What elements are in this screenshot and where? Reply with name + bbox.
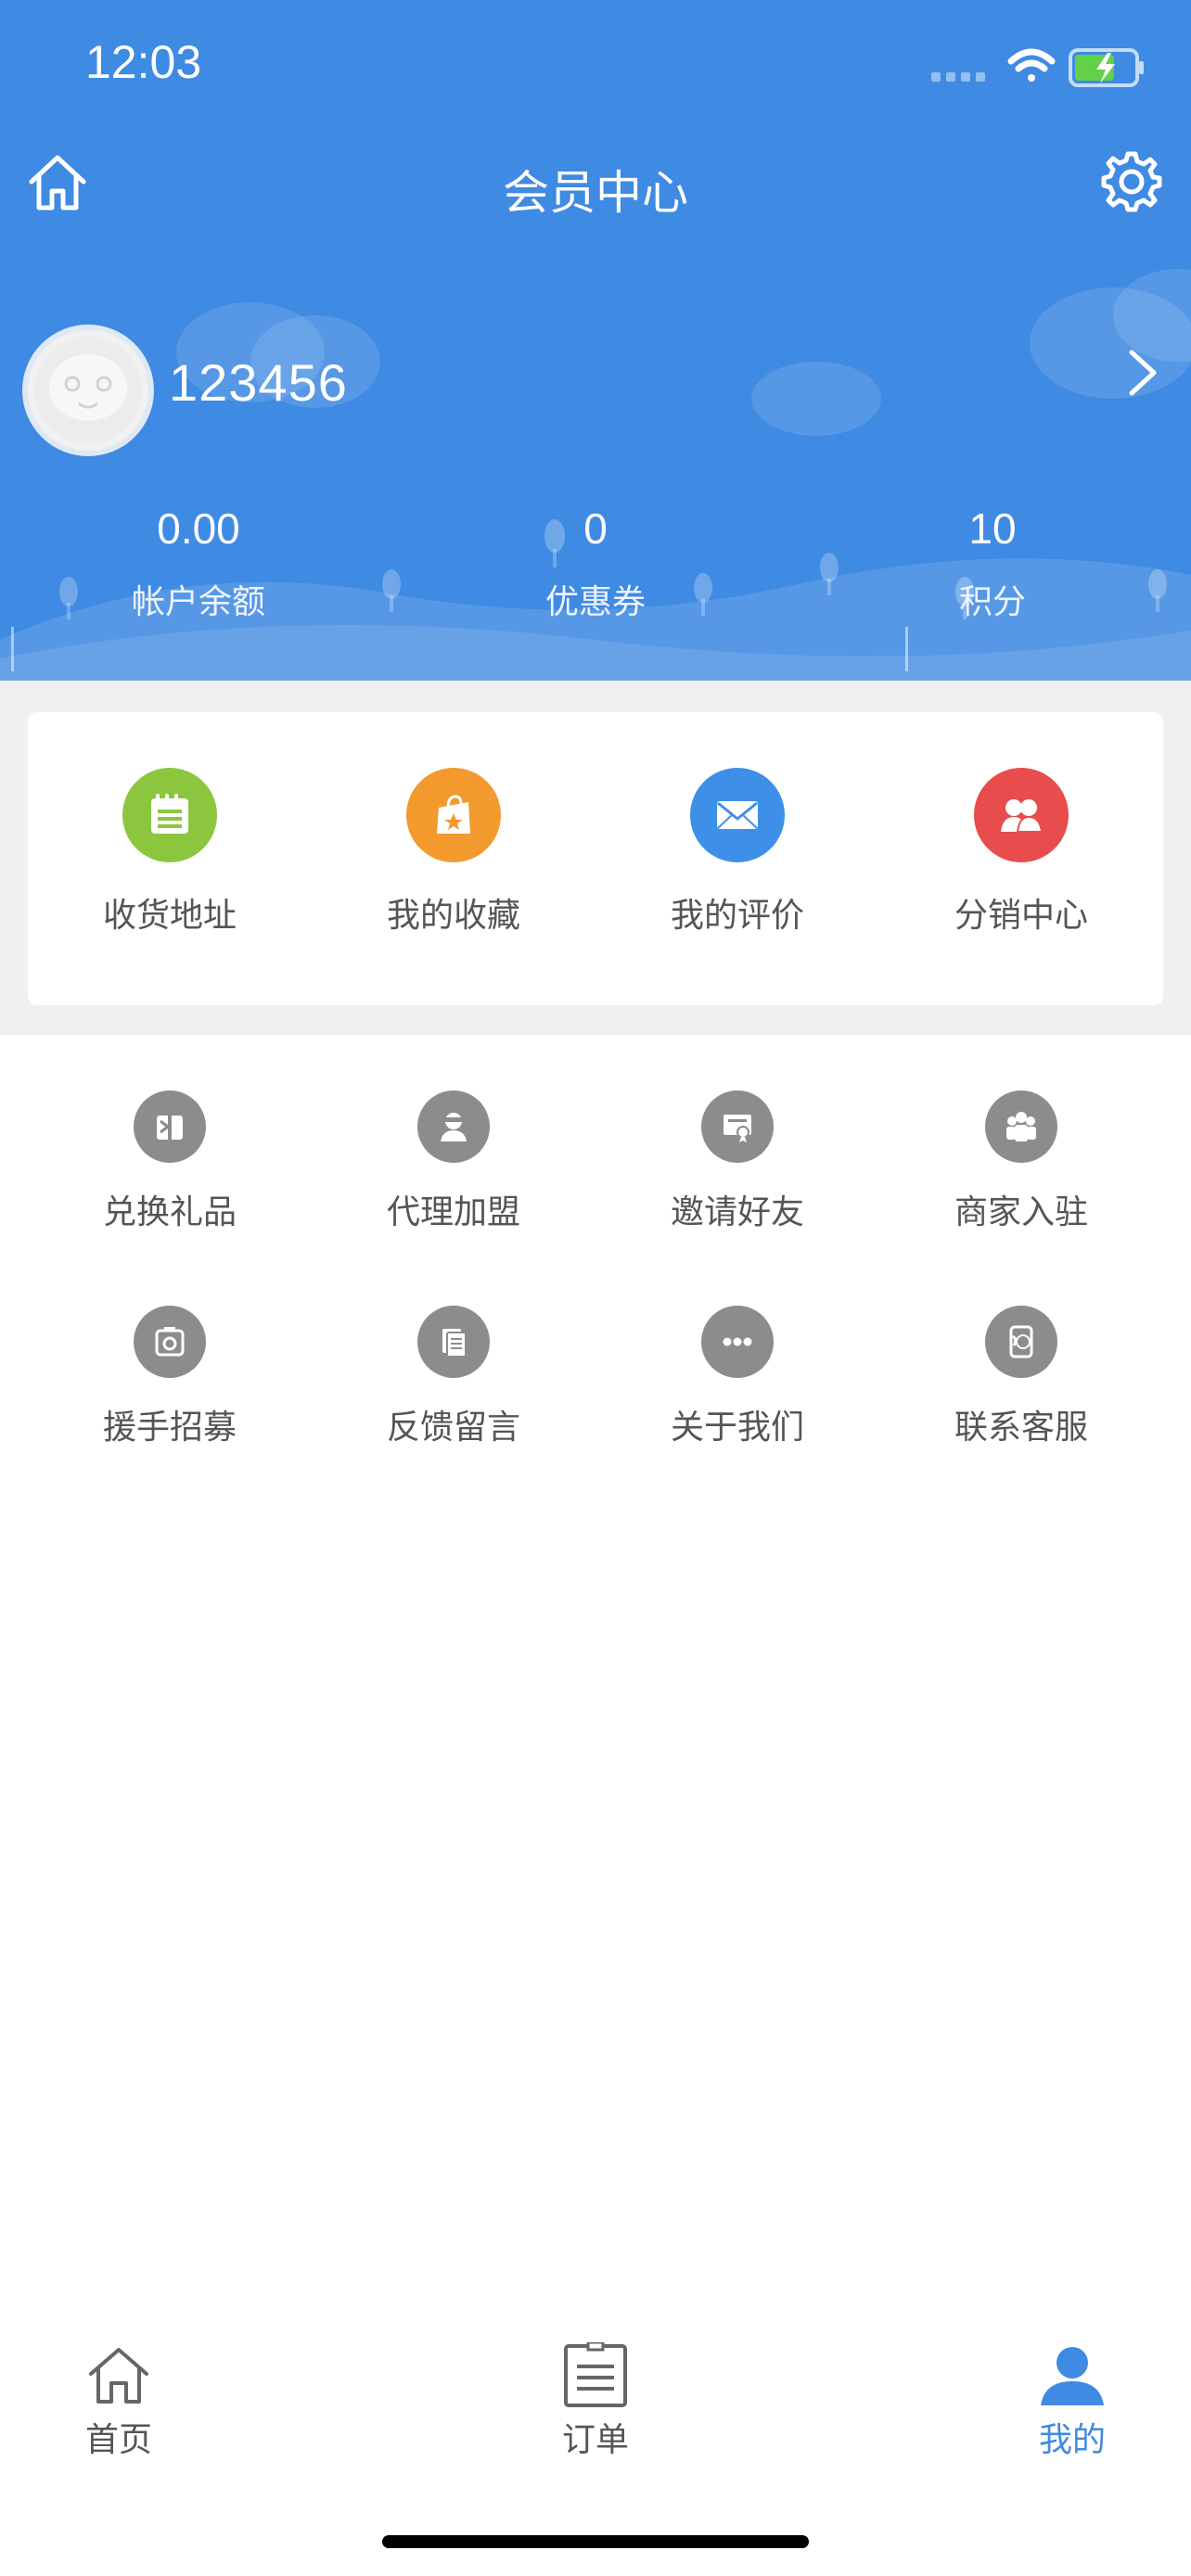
avatar[interactable] (22, 325, 154, 456)
shopping-bag-star-icon (406, 768, 501, 862)
grid-label: 联系客服 (954, 1409, 1088, 1447)
grid-item-recruit[interactable]: 援手招募 (28, 1250, 312, 1465)
tab-label: 我的 (1038, 2421, 1106, 2459)
tab-orders[interactable]: 订单 (536, 2315, 655, 2481)
address-book-icon (122, 768, 217, 862)
stat-value: 0.00 (157, 504, 240, 553)
home-outline-icon (89, 2348, 148, 2404)
quick-action-address[interactable]: 收货地址 (28, 712, 312, 1005)
wifi-icon (1007, 48, 1056, 82)
order-list-icon (564, 2342, 627, 2407)
grid-item-redeem-gift[interactable]: 兑换礼品 (28, 1035, 312, 1250)
stat-label: 帐户余额 (131, 583, 265, 621)
stat-balance[interactable]: 0.00 帐户余额 (0, 499, 397, 621)
stat-label: 优惠券 (544, 583, 646, 621)
quick-action-label: 分销中心 (954, 897, 1088, 935)
tab-label: 订单 (561, 2421, 629, 2459)
camera-icon (134, 1306, 206, 1378)
stat-points[interactable]: 10 积分 (794, 499, 1191, 621)
battery-charging-icon (1069, 48, 1144, 87)
merchant-icon (985, 1090, 1057, 1163)
grid-label: 反馈留言 (386, 1409, 520, 1447)
stat-label: 积分 (958, 583, 1026, 621)
stat-value: 10 (968, 504, 1017, 553)
grid-label: 商家入驻 (954, 1193, 1088, 1231)
grid-item-invite-friends[interactable]: 邀请好友 (596, 1035, 879, 1250)
quick-action-label: 收货地址 (102, 897, 237, 935)
tab-mine[interactable]: 我的 (1013, 2315, 1132, 2481)
grid-label: 邀请好友 (670, 1193, 804, 1231)
stat-coupons[interactable]: 0 优惠券 (397, 499, 794, 621)
grid-label: 援手招募 (102, 1409, 237, 1447)
quick-action-distribution[interactable]: 分销中心 (879, 712, 1163, 1005)
grid-label: 关于我们 (670, 1409, 804, 1447)
quick-actions-card: 收货地址 我的收藏 我的评价 分销中心 (28, 712, 1163, 1005)
person-icon (1041, 2347, 1104, 2405)
gift-icon (134, 1090, 206, 1163)
page-title: 会员中心 (503, 166, 688, 220)
grid-row: 兑换礼品 代理加盟 邀请好友 商家入驻 (28, 1035, 1163, 1250)
chevron-right-icon[interactable] (1122, 347, 1163, 399)
grid-item-merchant[interactable]: 商家入驻 (879, 1035, 1163, 1250)
gear-icon[interactable] (1100, 150, 1163, 213)
tab-home[interactable]: 首页 (59, 2315, 178, 2481)
invite-icon (701, 1090, 774, 1163)
grid-row: 援手招募 反馈留言 关于我们 联系客服 (28, 1250, 1163, 1465)
signal-icon (931, 72, 985, 82)
status-icons (931, 48, 1144, 87)
quick-action-favorites[interactable]: 我的收藏 (312, 712, 596, 1005)
service-grid: 兑换礼品 代理加盟 邀请好友 商家入驻 援手招募 反馈留言 关于我们 联系客服 (28, 1035, 1163, 1465)
grid-label: 兑换礼品 (102, 1193, 237, 1231)
grid-item-agent[interactable]: 代理加盟 (312, 1035, 596, 1250)
username[interactable]: 123456 (169, 352, 348, 413)
grid-item-customer-service[interactable]: 联系客服 (879, 1250, 1163, 1465)
account-stats: 0.00 帐户余额 0 优惠券 10 积分 (0, 499, 1191, 621)
agent-icon (417, 1090, 490, 1163)
quick-action-reviews[interactable]: 我的评价 (596, 712, 879, 1005)
grid-item-about-us[interactable]: 关于我们 (596, 1250, 879, 1465)
profile-header: 12:03 会员中心 123456 0.00 帐户余额 0 优惠券 10 积分 (0, 0, 1191, 681)
home-indicator (382, 2535, 809, 2548)
users-icon (974, 768, 1069, 862)
phone-service-icon (985, 1306, 1057, 1378)
tab-label: 首页 (84, 2421, 152, 2459)
document-icon (417, 1306, 490, 1378)
envelope-icon (690, 768, 785, 862)
stat-value: 0 (583, 504, 608, 553)
avatar-face-icon (34, 337, 142, 444)
quick-action-label: 我的收藏 (386, 897, 520, 935)
ellipsis-icon (701, 1306, 774, 1378)
grid-label: 代理加盟 (386, 1193, 520, 1231)
grid-item-feedback[interactable]: 反馈留言 (312, 1250, 596, 1465)
status-bar: 12:03 (0, 0, 1191, 135)
quick-action-label: 我的评价 (670, 897, 804, 935)
tab-bar: 首页 订单 我的 (0, 2315, 1191, 2481)
status-time: 12:03 (85, 36, 202, 88)
